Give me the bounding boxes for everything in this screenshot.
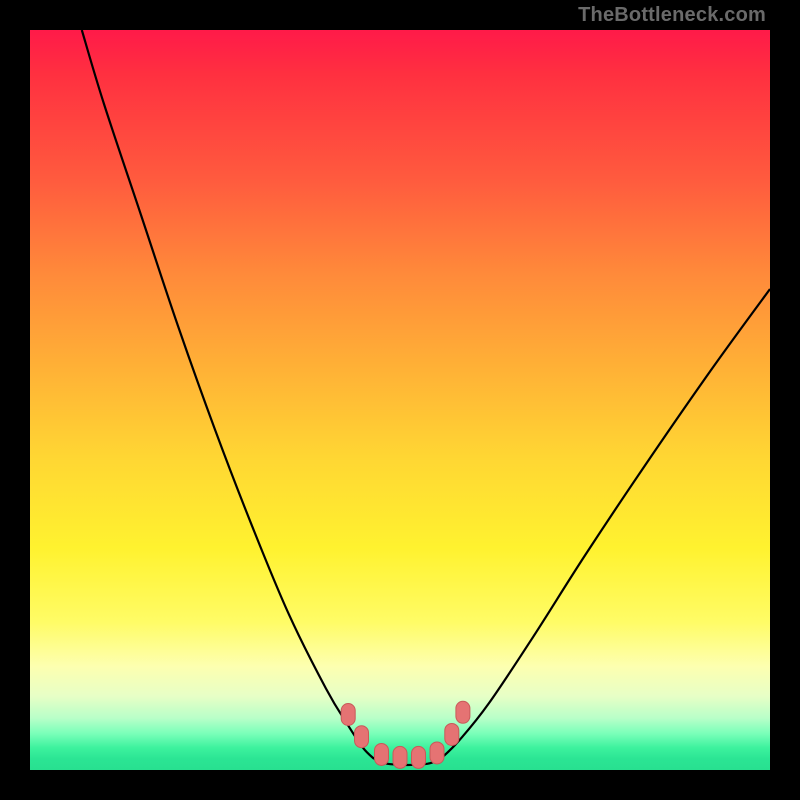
trough-marker bbox=[412, 746, 426, 768]
trough-marker-group bbox=[341, 701, 470, 768]
trough-marker bbox=[341, 704, 355, 726]
trough-marker bbox=[430, 742, 444, 764]
plot-area bbox=[30, 30, 770, 770]
bottleneck-curve bbox=[30, 30, 770, 770]
curve-right bbox=[441, 289, 770, 759]
chart-frame: TheBottleneck.com bbox=[0, 0, 800, 800]
trough-marker bbox=[355, 726, 369, 748]
trough-marker bbox=[456, 701, 470, 723]
curve-left bbox=[82, 30, 374, 759]
trough-marker bbox=[445, 723, 459, 745]
attribution-text: TheBottleneck.com bbox=[578, 4, 766, 27]
trough-marker bbox=[393, 746, 407, 768]
trough-marker bbox=[375, 743, 389, 765]
